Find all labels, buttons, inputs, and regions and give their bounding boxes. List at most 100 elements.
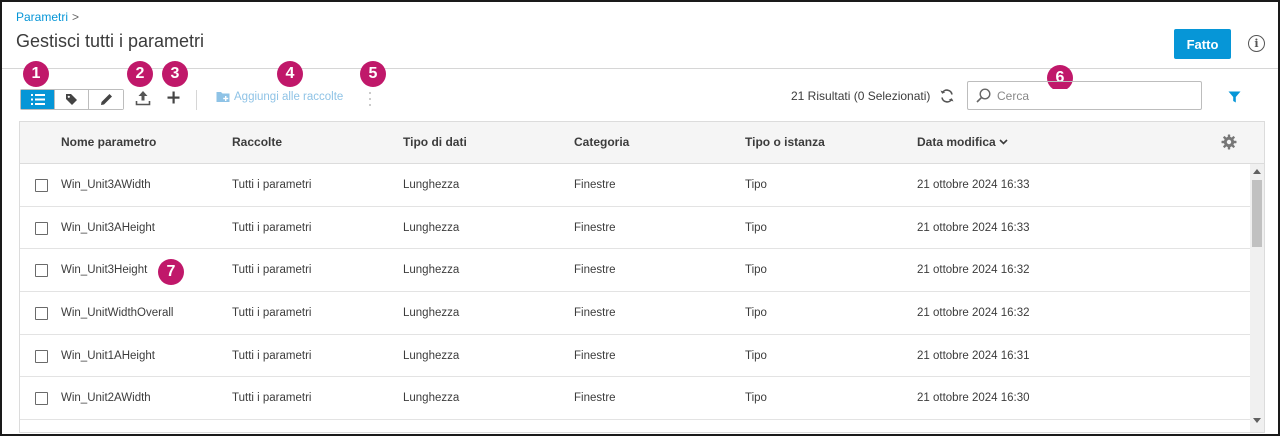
toolbar-separator — [196, 90, 197, 110]
row-checkbox[interactable] — [35, 307, 48, 321]
data-type-cell: Lunghezza — [403, 221, 460, 234]
header-divider — [2, 68, 1278, 69]
table-row[interactable]: Win_Unit3Height Tutti i parametri Lunghezz… — [20, 249, 1250, 293]
scroll-down-arrow-icon[interactable] — [1253, 418, 1261, 423]
column-settings-button[interactable] — [1221, 134, 1237, 155]
modified-date-cell: 21 ottobre 2024 16:30 — [917, 392, 1030, 405]
modified-date-cell: 21 ottobre 2024 16:31 — [917, 349, 1030, 362]
page-title: Gestisci tutti i parametri — [16, 31, 205, 51]
row-checkbox[interactable] — [35, 179, 48, 192]
add-parameter-button[interactable] — [167, 91, 180, 104]
category-cell: Finestre — [574, 264, 616, 277]
parameter-name-cell: Win_Unit2AWidth — [61, 392, 151, 405]
pencil-icon — [100, 94, 112, 105]
collections-cell: Tutti i parametri — [232, 221, 312, 234]
view-mode-toggle — [20, 89, 124, 110]
table-body: Win_Unit3AWidth Tutti i parametri Lunghezz… — [20, 164, 1250, 421]
list-view-button[interactable] — [21, 90, 55, 109]
export-button[interactable] — [135, 90, 151, 106]
type-or-instance-cell: Tipo — [745, 392, 767, 405]
data-type-cell: Lunghezza — [403, 179, 460, 191]
type-or-instance-cell: Tipo — [745, 264, 767, 277]
parameter-name-cell: Win_Unit3Height — [61, 264, 148, 277]
scroll-thumb[interactable] — [1252, 180, 1262, 247]
results-count: 21 Risultati (0 Selezionati) — [791, 89, 931, 103]
column-header-data-modifica[interactable]: Data modifica — [917, 135, 1008, 149]
add-to-collections-button[interactable]: Aggiungi alle raccolte — [216, 91, 343, 103]
collections-cell: Tutti i parametri — [232, 392, 312, 405]
type-or-instance-cell: Tipo — [745, 349, 767, 362]
row-checkbox[interactable] — [35, 221, 48, 235]
folder-add-icon — [216, 92, 230, 102]
callout-badge-7: 7 — [158, 259, 184, 285]
chevron-down-icon — [999, 139, 1008, 145]
tag-icon — [66, 94, 77, 105]
search-icon — [976, 88, 991, 103]
info-icon[interactable]: i — [1248, 35, 1265, 52]
export-icon — [135, 91, 151, 106]
table-row[interactable]: Win_Unit1AHeight Tutti i parametri Lunghez… — [20, 335, 1250, 378]
callout-badge-5: 5 — [360, 61, 386, 87]
row-checkbox[interactable] — [35, 264, 48, 278]
category-cell: Finestre — [574, 179, 616, 191]
column-header-tipo-o-istanza[interactable]: Tipo o istanza — [745, 135, 825, 149]
collections-cell: Tutti i parametri — [232, 349, 312, 362]
column-header-nome-parametro[interactable]: Nome parametro — [61, 135, 156, 149]
gear-icon — [1221, 134, 1237, 150]
callout-badge-3: 3 — [162, 61, 188, 87]
refresh-button[interactable] — [939, 88, 955, 109]
scroll-up-arrow-icon[interactable] — [1253, 169, 1261, 174]
category-cell: Finestre — [574, 307, 616, 320]
category-cell: Finestre — [574, 221, 616, 234]
type-or-instance-cell: Tipo — [745, 307, 767, 320]
collections-cell: Tutti i parametri — [232, 179, 312, 191]
done-button[interactable]: Fatto — [1174, 29, 1231, 59]
collections-cell: Tutti i parametri — [232, 264, 312, 277]
data-type-cell: Lunghezza — [403, 392, 460, 405]
parameter-name-cell: Win_Unit1AHeight — [61, 349, 155, 362]
filter-icon — [1228, 91, 1241, 103]
table-row[interactable]: Win_Unit3AWidth Tutti i parametri Lunghezz… — [20, 164, 1250, 207]
breadcrumb-separator: > — [72, 10, 80, 24]
column-header-categoria[interactable]: Categoria — [574, 135, 629, 149]
search-field — [967, 81, 1202, 110]
data-type-cell: Lunghezza — [403, 264, 460, 277]
plus-icon — [167, 91, 180, 104]
table-row[interactable]: Win_Unit3AHeight Tutti i parametri Lunghez… — [20, 207, 1250, 250]
callout-badge-2: 2 — [127, 61, 153, 87]
parameter-name-cell: Win_Unit3AWidth — [61, 179, 151, 191]
edit-view-button[interactable] — [89, 90, 123, 109]
modified-date-cell: 21 ottobre 2024 16:33 — [917, 221, 1030, 234]
vertical-scrollbar[interactable] — [1250, 164, 1264, 432]
parameters-table: Nome parametro Raccolte Tipo di dati Cat… — [19, 121, 1265, 433]
table-row[interactable]: Win_Unit2AWidth Tutti i parametri Lunghezz… — [20, 377, 1250, 421]
add-to-collections-label: Aggiungi alle raccolte — [234, 91, 344, 103]
modified-date-cell: 21 ottobre 2024 16:33 — [917, 179, 1030, 191]
category-cell: Finestre — [574, 392, 616, 405]
type-or-instance-cell: Tipo — [745, 221, 767, 234]
data-type-cell: Lunghezza — [403, 307, 460, 320]
app-window: Parametri > Gestisci tutti i parametri F… — [0, 0, 1280, 436]
parameter-name-cell: Win_UnitWidthOverall — [61, 307, 174, 320]
row-checkbox[interactable] — [35, 349, 48, 363]
column-header-data-modifica-label: Data modifica — [917, 135, 996, 149]
table-header: Nome parametro Raccolte Tipo di dati Cat… — [20, 122, 1264, 164]
data-type-cell: Lunghezza — [403, 349, 460, 362]
breadcrumb-link-parametri[interactable]: Parametri — [16, 10, 68, 24]
row-checkbox[interactable] — [35, 392, 48, 406]
list-icon — [30, 94, 45, 105]
collections-cell: Tutti i parametri — [232, 307, 312, 320]
more-vertical-icon[interactable] — [365, 90, 375, 108]
callout-badge-1: 1 — [23, 61, 49, 87]
refresh-icon — [940, 89, 954, 103]
parameter-name-cell: Win_Unit3AHeight — [61, 221, 155, 234]
table-row[interactable]: Win_UnitWidthOverall Tutti i parametri Lun… — [20, 292, 1250, 335]
search-input[interactable] — [997, 88, 1177, 103]
tag-view-button[interactable] — [55, 90, 89, 109]
filter-button[interactable] — [1228, 90, 1241, 108]
column-header-raccolte[interactable]: Raccolte — [232, 135, 282, 149]
callout-badge-4: 4 — [277, 61, 303, 87]
type-or-instance-cell: Tipo — [745, 179, 767, 191]
category-cell: Finestre — [574, 349, 616, 362]
column-header-tipo-di-dati[interactable]: Tipo di dati — [403, 135, 467, 149]
